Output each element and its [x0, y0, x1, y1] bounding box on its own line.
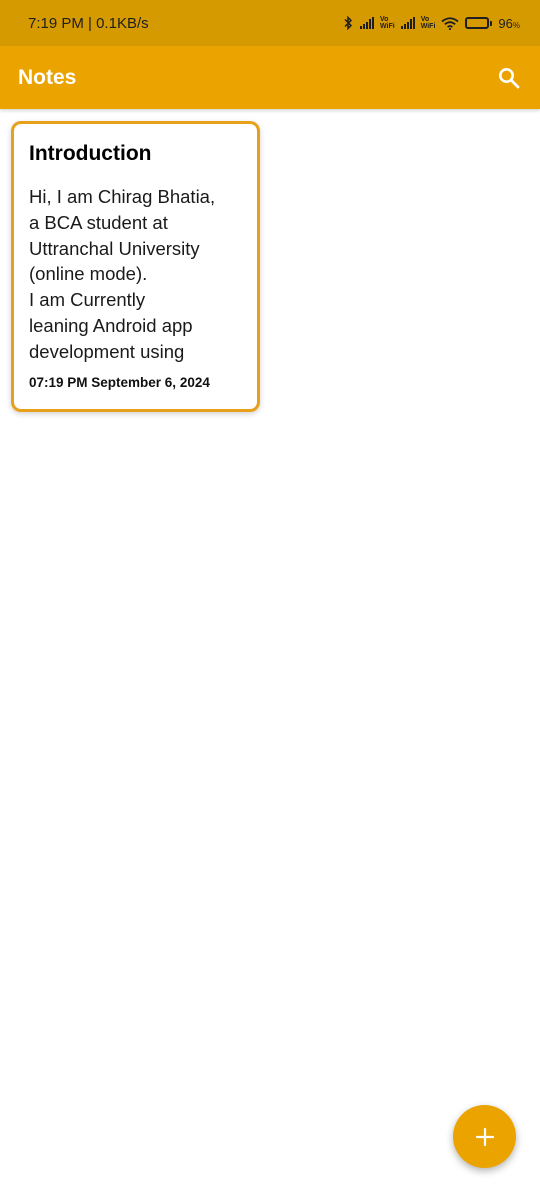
bluetooth-icon [344, 16, 353, 30]
status-icons: Vo WiFi Vo WiFi 96% [342, 16, 520, 31]
signal-icon [400, 17, 415, 29]
note-card[interactable]: Introduction Hi, I am Chirag Bhatia, a B… [11, 121, 260, 412]
battery-icon [465, 17, 493, 29]
note-title: Introduction [29, 142, 152, 165]
note-date: 07:19 PM September 6, 2024 [29, 375, 210, 390]
vowifi-label: Vo WiFi [379, 16, 395, 30]
battery-percentage: 96% [498, 15, 520, 31]
app-bar: Notes [0, 46, 540, 109]
status-time: 7:19 PM | 0.1KB/s [28, 14, 149, 32]
note-body: Hi, I am Chirag Bhatia, a BCA student at… [29, 186, 216, 362]
status-bar: 7:19 PM | 0.1KB/s Vo WiFi Vo WiFi 96% [0, 0, 540, 46]
page-title: Notes [18, 65, 77, 89]
plus-icon [475, 1127, 494, 1146]
add-note-button[interactable] [453, 1105, 516, 1168]
search-button[interactable] [494, 63, 524, 93]
signal-icon [359, 17, 374, 29]
wifi-icon [441, 16, 459, 30]
search-icon [499, 67, 520, 88]
vowifi-label: Vo WiFi [420, 16, 436, 30]
